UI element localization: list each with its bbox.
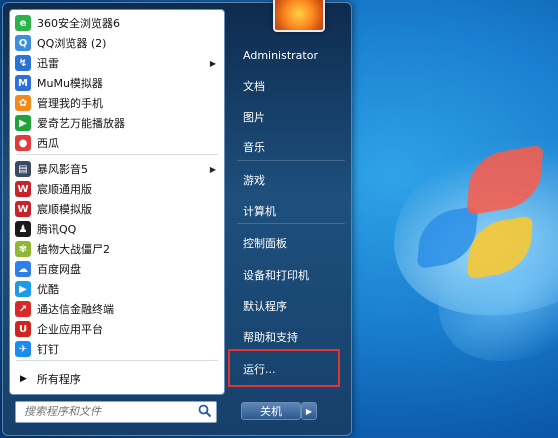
- program-item[interactable]: U 企业应用平台: [12, 319, 222, 339]
- program-item[interactable]: e 360安全浏览器6: [12, 13, 222, 33]
- program-label: 宸顺通用版: [37, 183, 92, 196]
- iqiyi-player-icon: ▶: [15, 115, 31, 131]
- qq-penguin-icon: ♟: [15, 221, 31, 237]
- program-item[interactable]: W 宸顺模拟版: [12, 199, 222, 219]
- right-item-computer[interactable]: 计算机: [237, 200, 345, 222]
- right-item-user-name[interactable]: Administrator: [237, 44, 345, 66]
- program-item[interactable]: ✿ 管理我的手机: [12, 93, 222, 113]
- search-icon[interactable]: [198, 404, 212, 418]
- program-label: 企业应用平台: [37, 323, 103, 336]
- 360-browser-icon: e: [15, 15, 31, 31]
- program-item[interactable]: ● 西瓜: [12, 133, 222, 153]
- xigua-icon: ●: [15, 135, 31, 151]
- run-highlight-box: [228, 349, 340, 387]
- program-label: 西瓜: [37, 137, 59, 150]
- program-label: 迅雷: [37, 57, 59, 70]
- search-box[interactable]: [15, 401, 217, 423]
- triangle-right-icon: ▶: [305, 406, 313, 416]
- pvz-icon: ✾: [15, 241, 31, 257]
- program-label: QQ浏览器 (2): [37, 37, 107, 50]
- program-item[interactable]: ↯ 迅雷 ▶: [12, 53, 222, 73]
- xunlei-icon: ↯: [15, 55, 31, 71]
- program-item[interactable]: ♟ 腾讯QQ: [12, 219, 222, 239]
- program-label: 百度网盘: [37, 263, 81, 276]
- baofeng-icon: ▤: [15, 161, 31, 177]
- program-label: 爱奇艺万能播放器: [37, 117, 125, 130]
- phone-manager-icon: ✿: [15, 95, 31, 111]
- right-item-music[interactable]: 音乐: [237, 136, 345, 158]
- program-label: 宸顺模拟版: [37, 203, 92, 216]
- right-item-help-support[interactable]: 帮助和支持: [237, 326, 345, 348]
- divider: [16, 154, 218, 155]
- chenshun-general-icon: W: [15, 181, 31, 197]
- program-item[interactable]: Q QQ浏览器 (2): [12, 33, 222, 53]
- program-item[interactable]: ↗ 通达信金融终端: [12, 299, 222, 319]
- program-label: 360安全浏览器6: [37, 17, 120, 30]
- divider: [237, 223, 345, 224]
- divider: [16, 360, 218, 361]
- program-label: 植物大战僵尸2: [37, 243, 110, 256]
- program-item[interactable]: ▤ 暴风影音5 ▶: [12, 159, 222, 179]
- program-label: MuMu模拟器: [37, 77, 103, 90]
- right-item-games[interactable]: 游戏: [237, 169, 345, 191]
- chenshun-sim-icon: W: [15, 201, 31, 217]
- program-label: 优酷: [37, 283, 59, 296]
- program-label: 腾讯QQ: [37, 223, 77, 236]
- dingtalk-icon: ✈: [15, 341, 31, 357]
- all-programs-button[interactable]: ▶ 所有程序: [12, 368, 222, 390]
- qq-browser-icon: Q: [15, 35, 31, 51]
- right-item-devices-printers[interactable]: 设备和打印机: [237, 264, 345, 286]
- shutdown-options-button[interactable]: ▶: [301, 402, 317, 420]
- program-item[interactable]: M MuMu模拟器: [12, 73, 222, 93]
- all-programs-label: 所有程序: [36, 373, 81, 386]
- submenu-arrow-icon: ▶: [209, 58, 216, 68]
- right-item-documents[interactable]: 文档: [237, 75, 345, 97]
- program-item[interactable]: ✾ 植物大战僵尸2: [12, 239, 222, 259]
- programs-pane: e 360安全浏览器6 Q QQ浏览器 (2) ↯ 迅雷 ▶ M MuMu模拟器 ✿ 管理我的手机 ▶…: [9, 9, 225, 395]
- program-item[interactable]: ▶ 爱奇艺万能播放器: [12, 113, 222, 133]
- right-item-control-panel[interactable]: 控制面板: [237, 232, 345, 254]
- user-avatar[interactable]: [273, 0, 325, 32]
- triangle-right-icon: ▶: [20, 374, 27, 384]
- enterprise-app-icon: U: [15, 321, 31, 337]
- mumu-icon: M: [15, 75, 31, 91]
- program-label: 钉钉: [37, 343, 59, 356]
- program-label: 暴风影音5: [37, 163, 88, 176]
- program-label: 通达信金融终端: [37, 303, 114, 316]
- program-item[interactable]: ▶ 优酷: [12, 279, 222, 299]
- program-label: 管理我的手机: [37, 97, 103, 110]
- program-item[interactable]: ☁ 百度网盘: [12, 259, 222, 279]
- shutdown-label: 关机: [260, 405, 282, 418]
- program-item[interactable]: ✈ 钉钉: [12, 339, 222, 359]
- divider: [237, 160, 345, 161]
- right-item-default-programs[interactable]: 默认程序: [237, 295, 345, 317]
- shutdown-button[interactable]: 关机: [241, 402, 301, 420]
- submenu-arrow-icon: ▶: [209, 164, 216, 174]
- baidu-pan-icon: ☁: [15, 261, 31, 277]
- right-item-pictures[interactable]: 图片: [237, 106, 345, 128]
- tdx-icon: ↗: [15, 301, 31, 317]
- program-item[interactable]: W 宸顺通用版: [12, 179, 222, 199]
- youku-icon: ▶: [15, 281, 31, 297]
- search-input[interactable]: [16, 402, 194, 420]
